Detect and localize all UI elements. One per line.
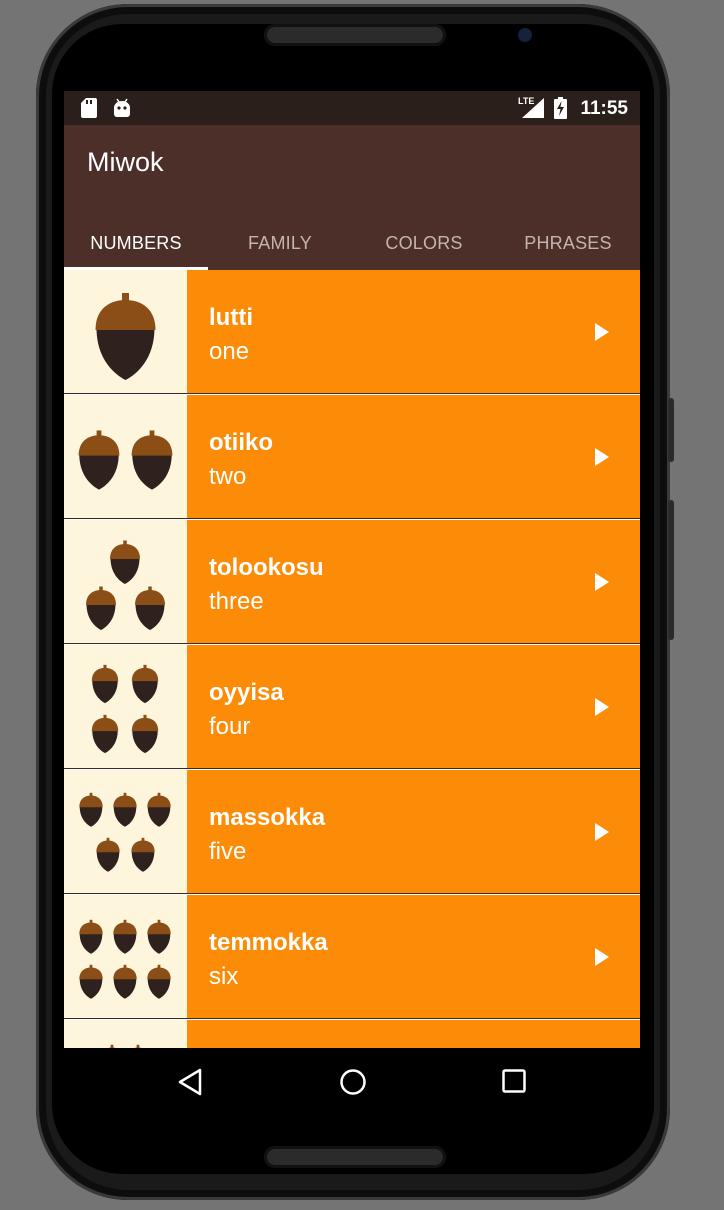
default-translation: two [209,463,247,490]
nav-home-icon[interactable] [339,1068,367,1096]
sd-card-icon [81,98,97,118]
default-translation: three [209,588,264,615]
tab-colors-label: COLORS [385,233,463,253]
play-arrow-icon[interactable] [594,947,610,967]
app-bar: Miwok NUMBERS FAMILY COLORS PHRASES [64,125,640,270]
list-item[interactable]: massokka five [64,770,640,894]
front-camera [518,28,532,42]
play-arrow-icon[interactable] [594,572,610,592]
play-arrow-icon[interactable] [594,322,610,342]
list-item[interactable] [64,1020,640,1048]
signal-icon [522,98,544,118]
acorn-icon [113,919,137,954]
word-text-container [187,1020,640,1048]
acorn-icon [131,430,173,490]
tab-phrases-label: PHRASES [524,233,612,253]
screen: LTE 11:55 Miwok NUMBERS FAMILY COLORS PH… [64,91,640,1118]
acorn-icon [91,714,119,754]
acorn-icon [79,919,103,954]
row-divider [64,643,640,644]
row-divider [64,893,640,894]
tab-colors[interactable]: COLORS [352,221,496,270]
list-item[interactable]: temmokka six [64,895,640,1019]
navigation-bar [64,1048,640,1118]
word-text-container: oyyisa four [187,645,640,769]
android-debug-icon [114,98,130,117]
acorn-icon [113,792,137,827]
row-divider [64,1018,640,1019]
number-image [64,645,187,769]
miwok-translation: otiiko [209,429,273,456]
tab-family[interactable]: FAMILY [208,221,352,270]
row-divider [64,393,640,394]
power-button [668,500,674,640]
volume-button [668,398,674,462]
list-item[interactable]: oyyisa four [64,645,640,769]
acorn-icon [79,964,103,999]
acorn-icon [131,837,155,872]
row-divider [64,518,640,519]
category-tabs: NUMBERS FAMILY COLORS PHRASES [64,221,640,270]
acorn-icon [96,837,120,872]
list-item[interactable]: otiiko two [64,395,640,519]
acorn-icon [147,964,171,999]
acorn-icon [147,919,171,954]
list-item[interactable]: lutti one [64,270,640,394]
status-bar: LTE 11:55 [64,91,640,125]
acorn-icon [91,664,119,704]
number-image [64,1020,187,1048]
word-text-container: tolookosu three [187,520,640,644]
default-translation: one [209,338,250,365]
nav-recents-icon[interactable] [502,1069,526,1093]
tab-numbers-label: NUMBERS [90,233,182,253]
acorn-icon [131,714,159,754]
miwok-translation: massokka [209,804,326,831]
acorn-icon [79,792,103,827]
play-arrow-icon[interactable] [594,822,610,842]
word-text-container: massokka five [187,770,640,894]
row-divider [64,768,640,769]
battery-charging-icon [554,97,567,119]
play-arrow-icon[interactable] [594,697,610,717]
tab-family-label: FAMILY [248,233,312,253]
bottom-speaker [264,1146,446,1168]
number-image [64,520,187,644]
word-text-container: temmokka six [187,895,640,1019]
list-item[interactable]: tolookosu three [64,520,640,644]
tab-phrases[interactable]: PHRASES [496,221,640,270]
number-image [64,270,187,394]
nav-back-icon[interactable] [177,1068,203,1096]
miwok-translation: oyyisa [209,679,284,706]
acorn-icon [78,430,120,490]
word-text-container: otiiko two [187,395,640,519]
miwok-translation: lutti [209,304,253,331]
number-image [64,895,187,1019]
play-arrow-icon[interactable] [594,447,610,467]
acorn-icon [86,586,116,630]
status-time: 11:55 [580,98,628,119]
acorn-icon [113,964,137,999]
default-translation: six [209,963,239,990]
top-speaker [264,24,446,46]
word-list[interactable]: lutti one otiiko two tolookosu three oyyisa fou… [64,270,640,1048]
acorn-icon [131,664,159,704]
default-translation: five [209,838,247,865]
app-title: Miwok [87,147,164,177]
default-translation: four [209,713,251,740]
acorn-icon [95,293,156,380]
tab-numbers[interactable]: NUMBERS [64,221,208,270]
miwok-translation: temmokka [209,929,328,956]
acorn-icon [110,540,140,584]
word-text-container: lutti one [187,270,640,394]
number-image [64,770,187,894]
acorn-icon [135,586,165,630]
number-image [64,395,187,519]
miwok-translation: tolookosu [209,554,324,581]
acorn-icon [147,792,171,827]
